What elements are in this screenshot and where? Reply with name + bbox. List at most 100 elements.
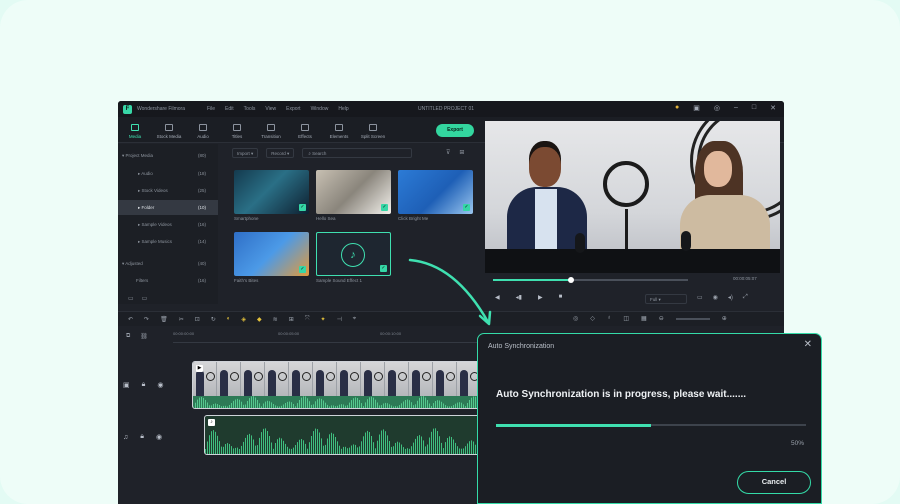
maximize-icon[interactable]: □	[752, 104, 756, 112]
clip-frame	[385, 362, 409, 396]
import-dropdown[interactable]: Import ▾	[232, 148, 259, 158]
lock-icon[interactable]: 🔒︎	[142, 381, 146, 389]
sidebar-item-audio[interactable]: ▸ Audio (18)	[118, 166, 218, 181]
undo-icon[interactable]: ↶	[128, 316, 133, 323]
waveform-bar	[225, 444, 226, 454]
zoom-in-icon[interactable]: ⊕	[722, 315, 727, 322]
audio-mixer-icon[interactable]: ≋	[273, 316, 278, 323]
scrubber-progress	[493, 279, 571, 281]
lock-icon[interactable]: 🔒︎	[140, 433, 144, 441]
display-icon[interactable]: ▭	[697, 294, 703, 301]
import-folder-icon[interactable]: ▭	[142, 295, 148, 302]
media-thumbnail-hello-sea[interactable]: ✓	[316, 170, 391, 214]
playback-scrubber[interactable]	[493, 277, 688, 283]
ai-icon[interactable]: ✦	[321, 316, 326, 323]
zoom-out-icon[interactable]: ⊖	[659, 315, 664, 322]
filter-icon[interactable]: ⊽	[446, 149, 450, 156]
close-icon[interactable]: ✕	[804, 339, 812, 350]
sidebar-item-sample-videos[interactable]: ▸ Sample Videos (16)	[118, 217, 218, 232]
tab-elements[interactable]: Elements	[322, 118, 356, 142]
scrubber-handle[interactable]	[568, 277, 574, 283]
waveform-bar	[269, 436, 270, 454]
marker-icon[interactable]: ◈	[241, 316, 246, 323]
media-thumbnail-smartphone[interactable]: ✓	[234, 170, 309, 214]
split-icon[interactable]: ⊣	[337, 316, 342, 323]
crop-icon[interactable]: ⊡	[195, 316, 200, 323]
color-icon[interactable]: ◐	[227, 316, 231, 322]
waveform-bar	[369, 432, 370, 454]
mixer-icon[interactable]: ◫	[623, 315, 629, 322]
speed-icon[interactable]: ↻	[211, 316, 216, 323]
tab-audio[interactable]: Audio	[186, 118, 220, 142]
sidebar-item-project-media[interactable]: ▾ Project Media (80)	[118, 148, 218, 163]
delete-icon[interactable]: 🗑︎	[160, 316, 168, 323]
export-button[interactable]: Export	[436, 124, 474, 137]
stabilize-icon[interactable]: ⊞	[289, 316, 294, 323]
sidebar-item-count: (18)	[198, 171, 207, 176]
sidebar-item-filters[interactable]: Filters (16)	[118, 273, 218, 288]
detach-icon[interactable]: ⌖	[353, 316, 356, 323]
new-folder-icon[interactable]: ▭	[128, 295, 134, 302]
eye-icon[interactable]: ◉	[157, 381, 163, 389]
close-icon[interactable]: ✕	[770, 104, 776, 112]
sidebar-item-sample-musics[interactable]: ▸ Sample Musics (14)	[118, 234, 218, 249]
tab-titles[interactable]: Titles	[220, 118, 254, 142]
step-back-icon[interactable]: ◂▮	[516, 294, 522, 301]
bulb-icon[interactable]: ●	[675, 104, 679, 112]
render-icon[interactable]: ◎	[573, 315, 578, 322]
menu-tools[interactable]: Tools	[244, 106, 256, 112]
save-icon[interactable]: ▣	[693, 104, 700, 112]
fit-icon[interactable]: ⤧	[305, 316, 310, 323]
sidebar-item-label: ▸ Sample Videos	[138, 221, 172, 227]
audio-clip[interactable]: ♪	[204, 415, 484, 455]
shield-icon[interactable]: ◇	[590, 315, 595, 322]
account-icon[interactable]: ◎	[714, 104, 720, 112]
tab-transition[interactable]: Transition	[254, 118, 288, 142]
search-input[interactable]: ⌕ Search	[302, 148, 413, 158]
fullscreen-icon[interactable]: ⤢	[743, 294, 748, 301]
tab-effects[interactable]: Effects	[288, 118, 322, 142]
record-dropdown[interactable]: Record ▾	[266, 148, 295, 158]
sidebar-item-folder[interactable]: ▸ Folder (10)	[118, 200, 218, 215]
tab-media[interactable]: Media	[118, 118, 152, 142]
menu-help[interactable]: Help	[338, 106, 348, 112]
minimize-icon[interactable]: –	[734, 104, 738, 112]
cancel-button[interactable]: Cancel	[737, 471, 811, 494]
menu-view[interactable]: View	[265, 106, 276, 112]
tab-split-screen[interactable]: Split Screen	[356, 118, 390, 142]
mic-icon[interactable]: ♁	[607, 315, 612, 322]
menu-export[interactable]: Export	[286, 106, 300, 112]
media-thumbnail-sample-sound-effect[interactable]: ♪ ✓	[316, 232, 391, 276]
waveform-bar	[359, 400, 360, 408]
sidebar-item-adjusted[interactable]: ▾ Adjusted (40)	[118, 256, 218, 271]
menu-window[interactable]: Window	[311, 106, 329, 112]
eye-icon[interactable]: ◉	[156, 433, 162, 441]
play-icon[interactable]: ▶	[538, 294, 543, 301]
stop-icon[interactable]: ■	[559, 294, 563, 301]
link-icon[interactable]: ⛓︎	[140, 333, 148, 340]
video-clip[interactable]: ▶	[192, 361, 482, 409]
grid-view-icon[interactable]: ⊞	[459, 149, 464, 156]
zoom-slider[interactable]	[675, 318, 710, 320]
add-track-icon[interactable]: ⧉	[126, 333, 130, 340]
waveform-bar	[321, 398, 322, 408]
menu-file[interactable]: File	[207, 106, 215, 112]
waveform-bar	[337, 441, 338, 454]
tab-stock-media[interactable]: Stock Media	[152, 118, 186, 142]
volume-icon[interactable]: ◂)	[728, 294, 733, 301]
media-thumbnail-faiths-bites[interactable]: ✓	[234, 232, 309, 276]
quality-select[interactable]: Full ▾	[645, 294, 687, 304]
menu-edit[interactable]: Edit	[225, 106, 234, 112]
media-thumbnail-click-bright-me[interactable]: ✓	[398, 170, 473, 214]
waveform-bar	[289, 401, 290, 408]
snapshot-icon[interactable]: ◉	[713, 294, 718, 301]
sidebar-item-count: (80)	[198, 153, 207, 158]
sidebar-item-stock-videos[interactable]: ▸ Stock Videos (25)	[118, 183, 218, 198]
cut-icon[interactable]: ✂︎	[179, 316, 184, 323]
grid-icon[interactable]: ▦	[641, 315, 647, 322]
keyframe-icon[interactable]: ◆	[257, 316, 262, 323]
ring-light	[603, 161, 649, 207]
waveform-bar	[425, 397, 426, 408]
waveform-bar	[267, 431, 268, 454]
redo-icon[interactable]: ↷	[144, 316, 149, 323]
